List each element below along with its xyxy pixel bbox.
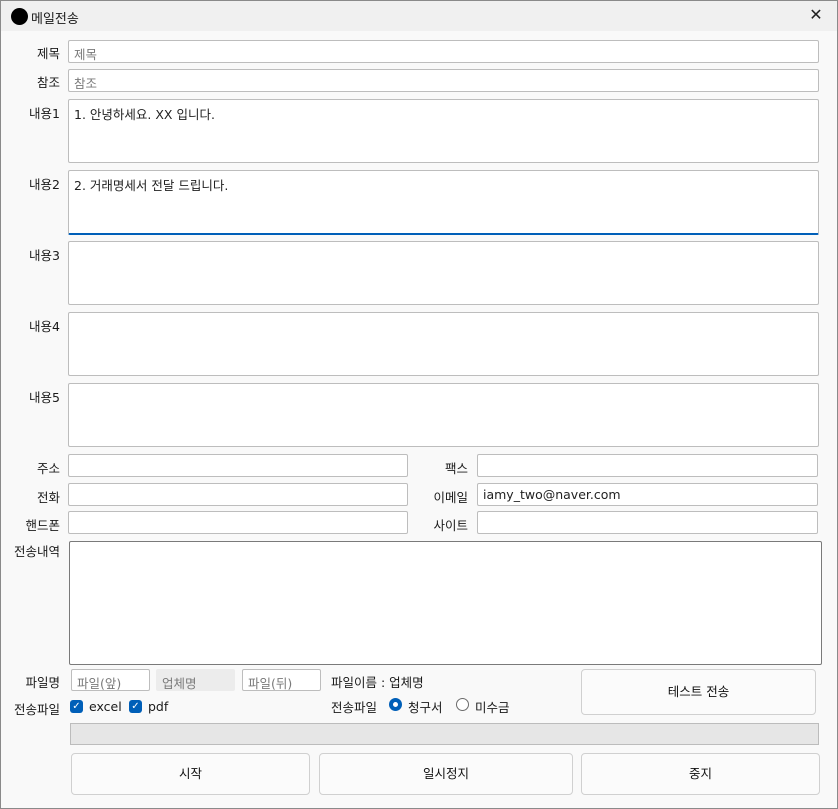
body1-label: 내용1 <box>29 106 60 121</box>
cc-input[interactable]: 참조 <box>68 69 819 92</box>
body2-label: 내용2 <box>29 177 60 192</box>
body3-label: 내용3 <box>29 248 60 263</box>
fax-label: 팩스 <box>444 461 468 476</box>
pause-button[interactable]: 일시정지 <box>319 753 573 795</box>
progress-bar <box>70 723 819 745</box>
start-button[interactable]: 시작 <box>71 753 310 795</box>
email-label: 이메일 <box>433 490 468 505</box>
cc-label: 참조 <box>36 75 60 90</box>
address-label: 주소 <box>36 461 60 476</box>
body5-label: 내용5 <box>29 390 60 405</box>
send-type-label: 전송파일 <box>331 700 378 715</box>
file-name-preview: 파일이름 : 업체명 <box>331 675 424 690</box>
history-log[interactable] <box>69 541 822 665</box>
radio-receivable[interactable] <box>456 698 469 711</box>
radio-receivable-label: 미수금 <box>475 700 510 715</box>
app-icon <box>11 8 28 25</box>
body4-textarea[interactable] <box>68 312 819 376</box>
send-file-label: 전송파일 <box>13 702 60 717</box>
pdf-checkbox-label: pdf <box>148 699 169 714</box>
address-input[interactable] <box>68 454 408 477</box>
subject-input[interactable]: 제목 <box>68 40 819 63</box>
email-input[interactable]: iamy_two@naver.com <box>477 483 818 506</box>
stop-button[interactable]: 중지 <box>581 753 820 795</box>
phone-label: 전화 <box>36 490 60 505</box>
test-send-button[interactable]: 테스트 전송 <box>581 669 816 715</box>
mobile-label: 핸드폰 <box>25 518 60 533</box>
excel-checkbox-label: excel <box>89 699 122 714</box>
close-icon[interactable]: ✕ <box>805 4 827 26</box>
company-name-input: 업체명 <box>156 669 235 691</box>
phone-input[interactable] <box>68 483 408 506</box>
site-input[interactable] <box>477 511 818 534</box>
pdf-checkbox[interactable]: ✓ <box>129 700 142 713</box>
window-title: 메일전송 <box>31 12 79 27</box>
history-label: 전송내역 <box>13 544 60 559</box>
radio-invoice[interactable] <box>389 698 402 711</box>
radio-invoice-label: 청구서 <box>408 700 443 715</box>
mobile-input[interactable] <box>68 511 408 534</box>
excel-checkbox[interactable]: ✓ <box>70 700 83 713</box>
mail-send-window: 메일전송 ✕ 제목 제목 참조 참조 내용1 1. 안녕하세요. XX 입니다.… <box>0 0 838 809</box>
site-label: 사이트 <box>433 518 468 533</box>
file-back-input[interactable]: 파일(뒤) <box>242 669 321 691</box>
subject-label: 제목 <box>36 46 60 61</box>
body5-textarea[interactable] <box>68 383 819 447</box>
title-bar: 메일전송 ✕ <box>1 1 837 31</box>
body2-textarea[interactable]: 2. 거래명세서 전달 드립니다. <box>68 170 819 235</box>
fax-input[interactable] <box>477 454 818 477</box>
file-front-input[interactable]: 파일(앞) <box>71 669 150 691</box>
body3-textarea[interactable] <box>68 241 819 305</box>
body4-label: 내용4 <box>29 319 60 334</box>
file-name-label: 파일명 <box>25 675 60 690</box>
body1-textarea[interactable]: 1. 안녕하세요. XX 입니다. <box>68 99 819 163</box>
